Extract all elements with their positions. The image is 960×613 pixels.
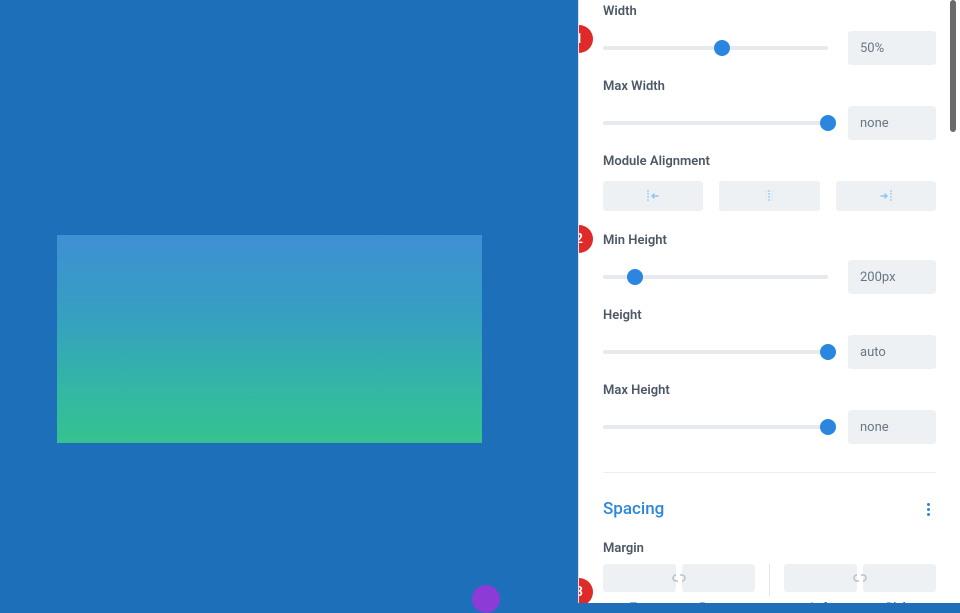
min-height-slider[interactable] — [603, 265, 828, 289]
annotation-badge-1: 1 — [578, 25, 593, 53]
settings-panel: Width 50% Max Width none Module Alignmen… — [578, 0, 960, 603]
width-value-input[interactable]: 50% — [848, 31, 936, 65]
height-slider[interactable] — [603, 340, 828, 364]
max-height-label: Max Height — [603, 383, 936, 398]
module-action-button[interactable] — [472, 585, 500, 613]
preview-module[interactable] — [57, 235, 482, 443]
align-right-icon — [877, 189, 895, 203]
max-width-value-input[interactable]: none — [848, 106, 936, 140]
align-center-button[interactable] — [719, 181, 819, 211]
margin-row: Top Bottom Left Right — [603, 564, 936, 603]
align-left-icon — [644, 189, 662, 203]
margin-label: Margin — [603, 541, 936, 556]
margin-vertical-group: Top Bottom — [603, 564, 755, 603]
margin-right-input[interactable] — [863, 564, 936, 592]
margin-horizontal-group: Left Right — [784, 564, 936, 603]
scrollbar-thumb[interactable] — [950, 0, 956, 132]
max-height-slider[interactable] — [603, 415, 828, 439]
height-label: Height — [603, 308, 936, 323]
width-slider[interactable] — [603, 36, 828, 60]
min-height-field: Min Height 200px — [603, 229, 936, 304]
margin-bottom-input[interactable] — [682, 564, 755, 592]
margin-divider — [769, 564, 770, 596]
max-width-field: Max Width none — [603, 75, 936, 150]
link-vertical-icon[interactable] — [671, 571, 687, 585]
min-height-value-input[interactable]: 200px — [848, 260, 936, 294]
spacing-section: Spacing Margin Top Bottom — [603, 472, 936, 603]
annotation-badge-2: 2 — [578, 225, 593, 253]
height-value-input[interactable]: auto — [848, 335, 936, 369]
margin-top-input[interactable] — [603, 564, 676, 592]
preview-canvas — [0, 0, 578, 603]
align-left-button[interactable] — [603, 181, 703, 211]
max-width-slider[interactable] — [603, 111, 828, 135]
max-height-field: Max Height none — [603, 379, 936, 454]
alignment-field: Module Alignment — [603, 150, 936, 229]
align-right-button[interactable] — [836, 181, 936, 211]
align-center-icon — [760, 189, 778, 203]
margin-left-input[interactable] — [784, 564, 857, 592]
max-height-value-input[interactable]: none — [848, 410, 936, 444]
spacing-section-title[interactable]: Spacing — [603, 499, 664, 519]
min-height-label: Min Height — [603, 233, 936, 248]
alignment-label: Module Alignment — [603, 154, 936, 169]
width-field: Width 50% — [603, 0, 936, 75]
annotation-badge-3: 3 — [578, 578, 593, 603]
max-width-label: Max Width — [603, 79, 936, 94]
width-label: Width — [603, 4, 936, 19]
height-field: Height auto — [603, 304, 936, 379]
spacing-menu-button[interactable] — [920, 501, 936, 517]
link-horizontal-icon[interactable] — [852, 571, 868, 585]
